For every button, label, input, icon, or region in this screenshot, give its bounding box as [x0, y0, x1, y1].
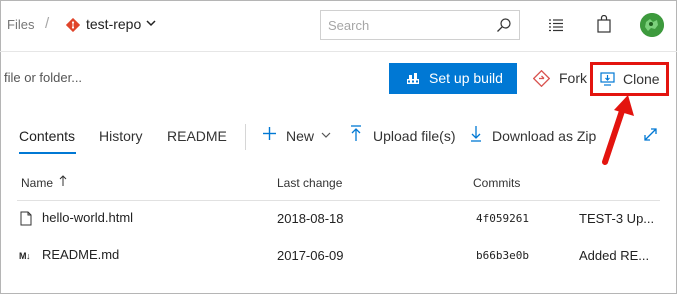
repo-name[interactable]: test-repo	[86, 16, 141, 32]
chevron-down-icon[interactable]	[146, 19, 156, 27]
fork-button[interactable]: Fork	[559, 70, 587, 86]
expand-icon[interactable]	[643, 127, 658, 142]
chevron-down-icon[interactable]	[321, 132, 331, 139]
tabs-divider	[245, 124, 246, 150]
download-zip-button[interactable]: Download as Zip	[492, 128, 596, 144]
commit-id[interactable]: b66b3e0b	[476, 249, 529, 262]
download-icon[interactable]	[470, 125, 482, 142]
top-bar: Files / test-repo Search	[0, 0, 677, 52]
fork-icon[interactable]	[533, 70, 550, 87]
annotation-arrow-icon	[602, 95, 634, 165]
file-name[interactable]: hello-world.html	[42, 210, 133, 225]
breadcrumb-separator: /	[45, 15, 50, 32]
active-tab-indicator	[19, 152, 76, 154]
upload-icon[interactable]	[350, 125, 362, 142]
search-icon[interactable]	[496, 17, 512, 33]
column-header-commits[interactable]: Commits	[473, 176, 520, 190]
plus-icon[interactable]	[262, 126, 277, 141]
breadcrumb-files[interactable]: Files	[7, 17, 34, 32]
shopping-bag-icon[interactable]	[597, 15, 611, 33]
search-box[interactable]: Search	[320, 10, 520, 40]
git-repo-icon	[66, 18, 80, 32]
tab-contents[interactable]: Contents	[19, 128, 75, 144]
last-change-date: 2018-08-18	[277, 211, 344, 226]
markdown-icon: M↓	[19, 251, 31, 261]
column-header-name[interactable]: Name	[21, 176, 53, 190]
task-list-icon[interactable]	[548, 18, 564, 32]
commit-message: TEST-3 Up...	[579, 211, 655, 226]
build-icon	[407, 73, 419, 84]
clone-button[interactable]: Clone	[590, 62, 669, 96]
tab-readme[interactable]: README	[167, 128, 227, 144]
upload-files-button[interactable]: Upload file(s)	[373, 128, 455, 144]
last-change-date: 2017-06-09	[277, 248, 344, 263]
clone-icon	[600, 72, 615, 86]
new-button[interactable]: New	[286, 128, 314, 144]
file-icon	[20, 211, 32, 226]
setup-build-label: Set up build	[429, 70, 503, 86]
tab-history[interactable]: History	[99, 128, 143, 144]
file-name[interactable]: README.md	[42, 247, 119, 262]
table-header-divider	[17, 200, 660, 201]
sort-ascending-icon[interactable]	[59, 175, 67, 187]
table-row[interactable]: hello-world.html 2018-08-18 4f059261 TES…	[0, 209, 677, 245]
commit-id[interactable]: 4f059261	[476, 212, 529, 225]
setup-build-button[interactable]: Set up build	[389, 63, 517, 94]
avatar[interactable]	[640, 13, 664, 37]
clone-label: Clone	[623, 71, 660, 87]
filter-input[interactable]: file or folder...	[4, 70, 82, 85]
search-input[interactable]: Search	[328, 18, 369, 33]
commit-message: Added RE...	[579, 248, 650, 263]
column-header-last-change[interactable]: Last change	[277, 176, 342, 190]
table-row[interactable]: M↓ README.md 2017-06-09 b66b3e0b Added R…	[0, 246, 677, 282]
